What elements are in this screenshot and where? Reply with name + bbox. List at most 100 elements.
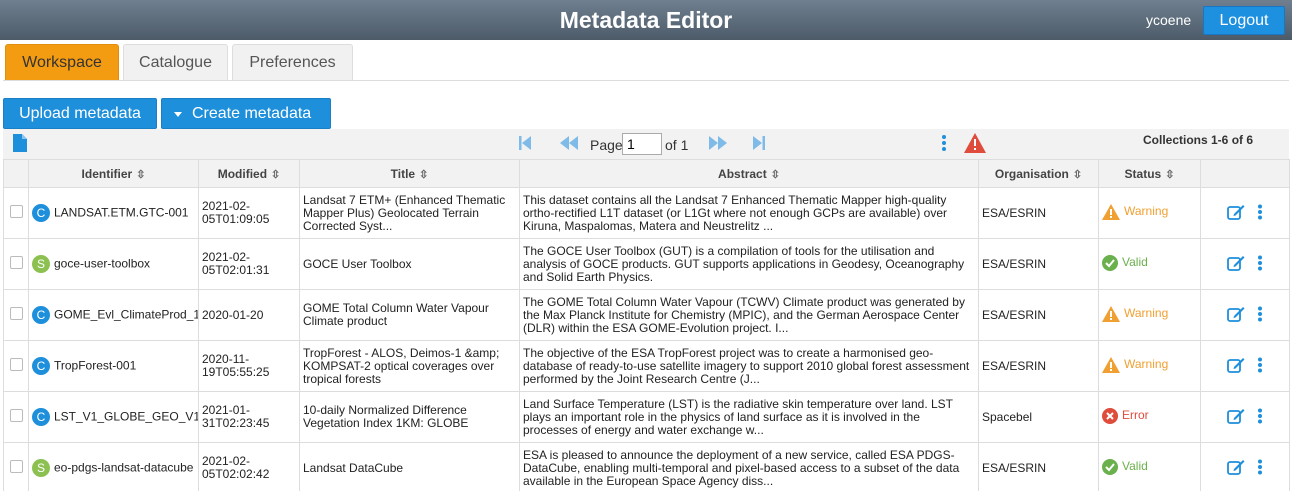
column-header-identifier[interactable]: Identifier ⇳: [28, 159, 199, 188]
row-checkbox[interactable]: [9, 256, 23, 269]
abstract-cell: ESA is pleased to announce the deploymen…: [519, 442, 979, 491]
sort-icon: ⇳: [271, 168, 281, 181]
upload-metadata-label: Upload metadata: [19, 105, 141, 122]
identifier-cell: Sgoce-user-toolbox: [28, 238, 199, 290]
row-checkbox-cell: [3, 187, 29, 239]
identifier-cell: C TropForest-001: [28, 340, 199, 392]
tab-catalogue[interactable]: Catalogue: [123, 44, 228, 81]
column-header-label: Identifier: [81, 166, 133, 181]
title-cell: Landsat 7 ETM+ (Enhanced Thematic Mapper…: [299, 187, 520, 239]
tab-divider: [3, 80, 1289, 81]
column-header-label: Organisation: [994, 166, 1069, 181]
logout-button[interactable]: Logout: [1203, 6, 1285, 35]
collection-badge-icon: C: [32, 408, 50, 426]
status-cell: Error: [1098, 391, 1201, 443]
previous-page-icon[interactable]: [558, 135, 580, 156]
table-row[interactable]: C LST_V1_GLOBE_GEO_V1 2021-01-31T02:23:45 1…: [3, 391, 1290, 443]
edit-icon[interactable]: [1227, 204, 1245, 223]
column-header-modified[interactable]: Modified ⇳: [198, 159, 300, 188]
row-checkbox[interactable]: [9, 358, 23, 371]
actions-column-header: [1200, 159, 1290, 188]
sort-icon: ⇳: [770, 168, 780, 181]
status-badge: Warning: [1102, 305, 1168, 322]
table-row[interactable]: C LANDSAT.ETM.GTC-001 2021-02-05T01:09:05 L…: [3, 187, 1290, 239]
warning-icon: [1102, 305, 1120, 322]
modified-cell: 2020-11-19T05:55:25: [198, 340, 300, 392]
tab-preferences[interactable]: Preferences: [232, 44, 353, 81]
status-text: Valid: [1122, 459, 1148, 473]
column-header-label: Abstract: [718, 166, 767, 181]
column-header-title[interactable]: Title ⇳: [299, 159, 520, 188]
row-checkbox[interactable]: [9, 460, 23, 473]
row-checkbox-cell: [3, 442, 29, 491]
warning-icon: [1102, 356, 1120, 373]
title-cell: Landsat DataCube: [299, 442, 520, 491]
organisation-cell: ESA/ESRIN: [978, 442, 1099, 491]
create-metadata-label: Create metadata: [192, 105, 312, 122]
actions-cell: [1200, 289, 1290, 341]
status-cell: Valid: [1098, 442, 1201, 491]
collections-count: Collections 1-6 of 6: [1143, 133, 1254, 147]
row-menu-icon[interactable]: [1257, 408, 1263, 427]
identifier-cell: Seo-pdgs-landsat-datacube: [28, 442, 199, 491]
status-cell: Warning: [1098, 187, 1201, 239]
edit-icon[interactable]: [1227, 408, 1245, 427]
tab-workspace[interactable]: Workspace: [5, 44, 119, 81]
organisation-cell: ESA/ESRIN: [978, 289, 1099, 341]
table-row[interactable]: C TropForest-001 2020-11-19T05:55:25 TropFo…: [3, 340, 1290, 392]
row-menu-icon[interactable]: [1257, 459, 1263, 478]
column-header-status[interactable]: Status ⇳: [1098, 159, 1201, 188]
next-page-icon[interactable]: [707, 135, 729, 156]
column-header-organisation[interactable]: Organisation ⇳: [978, 159, 1099, 188]
edit-icon[interactable]: [1227, 255, 1245, 274]
table-header-row: Identifier ⇳ Modified ⇳ Title ⇳ Abstract ⇳ O…: [3, 159, 1290, 188]
status-badge: Warning: [1102, 203, 1168, 220]
identifier-text: LST_V1_GLOBE_GEO_V1: [54, 409, 199, 424]
row-checkbox[interactable]: [9, 307, 23, 320]
row-menu-icon[interactable]: [1257, 306, 1263, 325]
status-cell: Valid: [1098, 238, 1201, 290]
more-options-icon[interactable]: [941, 134, 947, 157]
table-row[interactable]: C GOME_Evl_ClimateProd_1 2020-01-20 GOME To…: [3, 289, 1290, 341]
status-text: Warning: [1124, 357, 1169, 371]
column-header-label: Modified: [217, 166, 268, 181]
new-document-icon[interactable]: [13, 134, 27, 157]
create-metadata-button[interactable]: Create metadata: [161, 98, 331, 129]
first-page-icon[interactable]: [518, 135, 532, 156]
row-menu-icon[interactable]: [1257, 357, 1263, 376]
row-checkbox-cell: [3, 238, 29, 290]
modified-cell: 2021-02-05T01:09:05: [198, 187, 300, 239]
title-cell: GOME Total Column Water Vapour Climate p…: [299, 289, 520, 341]
edit-icon[interactable]: [1227, 306, 1245, 325]
actions-cell: [1200, 340, 1290, 392]
edit-icon[interactable]: [1227, 357, 1245, 376]
identifier-text: GOME_Evl_ClimateProd_1: [54, 307, 199, 322]
identifier-text: TropForest-001: [54, 358, 137, 373]
table-row[interactable]: Seo-pdgs-landsat-datacube 2021-02-05T02:0…: [3, 442, 1290, 491]
pager-bar: Page of 1 Collections 1-6 of 6: [3, 129, 1289, 159]
edit-icon[interactable]: [1227, 459, 1245, 478]
abstract-cell: This dataset contains all the Landsat 7 …: [519, 187, 979, 239]
table-row[interactable]: Sgoce-user-toolbox 2021-02-05T02:01:31 GOC…: [3, 238, 1290, 290]
collection-badge-icon: C: [32, 357, 50, 375]
warning-icon: [1102, 203, 1120, 220]
row-checkbox[interactable]: [9, 205, 23, 218]
status-text: Error: [1122, 408, 1149, 422]
username: ycoene: [1146, 12, 1192, 28]
upload-metadata-button[interactable]: Upload metadata: [3, 98, 157, 129]
title-cell: GOCE User Toolbox: [299, 238, 520, 290]
row-menu-icon[interactable]: [1257, 255, 1263, 274]
identifier-cell: C GOME_Evl_ClimateProd_1: [28, 289, 199, 341]
status-cell: Warning: [1098, 340, 1201, 392]
page-number-input[interactable]: [622, 133, 662, 155]
status-badge: Error: [1102, 407, 1149, 424]
service-badge-icon: S: [32, 255, 50, 273]
alert-icon[interactable]: [964, 133, 986, 158]
identifier-text: goce-user-toolbox: [54, 256, 151, 271]
row-checkbox[interactable]: [9, 409, 23, 422]
service-badge-icon: S: [32, 459, 50, 477]
column-header-abstract[interactable]: Abstract ⇳: [519, 159, 979, 188]
last-page-icon[interactable]: [752, 135, 766, 156]
actions-cell: [1200, 391, 1290, 443]
row-menu-icon[interactable]: [1257, 204, 1263, 223]
